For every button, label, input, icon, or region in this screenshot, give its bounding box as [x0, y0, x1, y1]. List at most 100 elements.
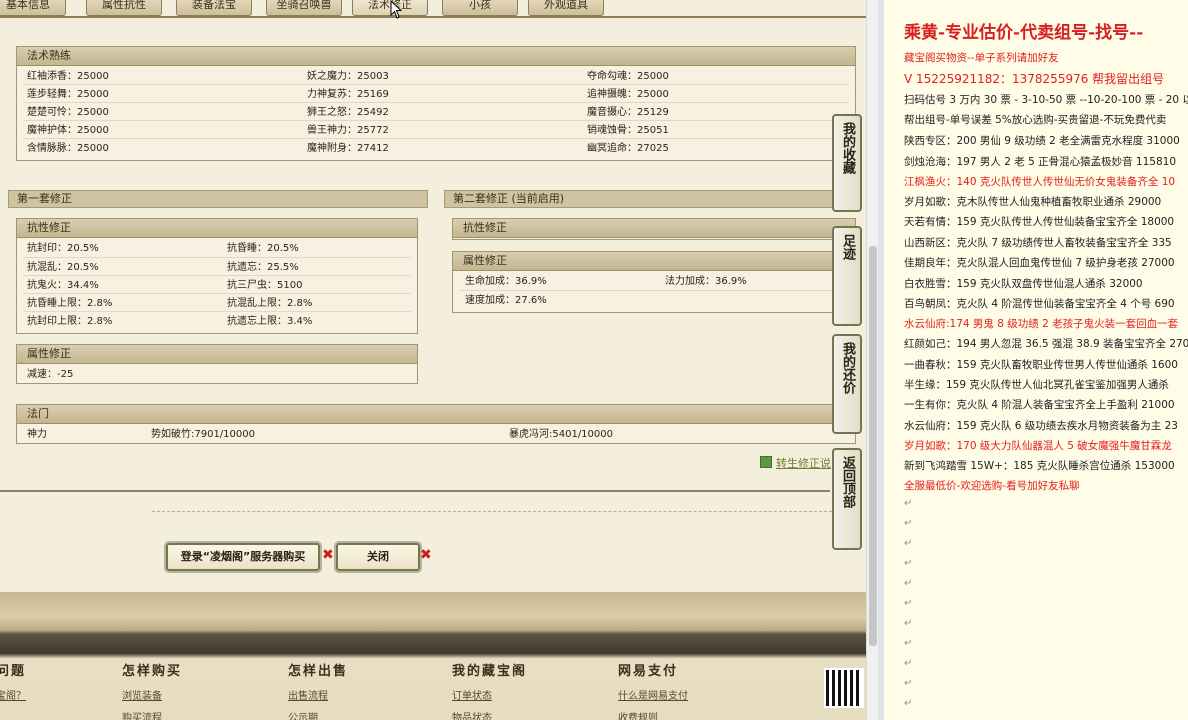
footer-link[interactable]: 购买流程: [122, 709, 182, 720]
skill-cell: 力神复苏：25169: [307, 89, 389, 100]
side-button-label: 足迹: [840, 234, 855, 260]
close-x-icon: ✖: [322, 547, 334, 563]
footer-heading: 问题: [0, 664, 27, 679]
my-counter-offer-button[interactable]: 我的还价: [832, 334, 862, 434]
footprint-button[interactable]: 足迹: [832, 226, 862, 326]
magic-gate-header: 法门: [17, 405, 855, 424]
paragraph-mark-icon: ↵: [904, 618, 913, 629]
footer-column: 我的藏宝阁 订单状态 物品状态: [452, 660, 527, 720]
magic-cell: 势如破竹:7901/10000: [151, 429, 255, 440]
correction-set-2-title: 第二套修正 (当前启用): [444, 190, 856, 208]
set2-attr-panel: 属性修正 生命加成：36.9% 法力加成：36.9% 速度加成：27.6%: [452, 251, 856, 313]
skill-cell: 魔音摄心：25129: [587, 107, 669, 118]
divider: [23, 102, 849, 103]
footer-column: 怎样购买 浏览装备 购买流程: [122, 660, 182, 720]
document-line: 岁月如歌：170 级大力队仙器混人 5 破女魔强牛魔甘霖龙: [904, 440, 1172, 452]
divider: [23, 120, 849, 121]
resist-cell: 抗遗忘上限：3.4%: [227, 316, 313, 327]
document-line: 一曲春秋：159 克火队畜牧职业传世男人传世仙通杀 1600: [904, 359, 1178, 371]
set1-attr-panel: 属性修正 减速：-25: [16, 344, 418, 384]
document-line: 藏宝阁买物资--单子系列请加好友: [904, 52, 1059, 64]
magic-gate-panel: 法门 神力 势如破竹:7901/10000 暴虎冯河:5401/10000: [16, 404, 856, 444]
document-line: 水云仙府:174 男鬼 8 级功绩 2 老孩子鬼火装一套回血一套: [904, 318, 1179, 330]
attr-cell: 生命加成：36.9%: [465, 276, 547, 287]
footer-link[interactable]: 什么是网易支付: [618, 687, 688, 702]
skill-cell: 莲步轻舞：25000: [27, 89, 109, 100]
attr-cell: 速度加成：27.6%: [465, 295, 547, 306]
paragraph-mark-icon: ↵: [904, 678, 913, 689]
side-button-label: 我的收藏: [840, 122, 855, 174]
divider: [459, 290, 849, 291]
skill-cell: 兽王神力：25772: [307, 125, 389, 136]
footer-heading: 网易支付: [618, 664, 679, 679]
document-line: 帮出组号-单号误差 5%放心选购-买贵留退-不玩免费代卖: [904, 114, 1167, 126]
footer-heading: 我的藏宝阁: [452, 664, 528, 679]
magic-cell: 暴虎冯河:5401/10000: [509, 429, 613, 440]
scrollbar-thumb[interactable]: [869, 246, 877, 646]
footer-column: 网易支付 什么是网易支付 收费规则: [618, 660, 688, 720]
footer-link[interactable]: 订单状态: [452, 687, 527, 702]
document-line: 新到飞鸿踏雪 15W+：185 克火队睡杀宫位通杀 153000: [904, 460, 1175, 472]
back-to-top-button[interactable]: 返回顶部: [832, 448, 862, 550]
paragraph-mark-icon: ↵: [904, 578, 913, 589]
paragraph-mark-icon: ↵: [904, 598, 913, 609]
skill-cell: 狮王之怒：25492: [307, 107, 389, 118]
paragraph-mark-icon: ↵: [904, 698, 913, 709]
paragraph-mark-icon: ↵: [904, 518, 913, 529]
tab-bar: 基本信息 属性抗性 装备法宝 坐骑召唤兽 法术修正 小孩 外观道具: [0, 0, 866, 18]
resist-cell: 抗封印：20.5%: [27, 243, 99, 254]
qr-code-icon: [824, 668, 864, 708]
my-favorites-button[interactable]: 我的收藏: [832, 114, 862, 212]
tab-basic-info[interactable]: 基本信息: [0, 0, 66, 16]
footer-heading: 怎样出售: [288, 664, 349, 679]
reborn-correction-link[interactable]: 转生修正说: [776, 455, 831, 471]
vertical-scrollbar[interactable]: [866, 0, 878, 720]
document-title: 乘黄-专业估价-代卖组号-找号--: [904, 23, 1144, 43]
tab-appearance[interactable]: 外观道具: [528, 0, 604, 16]
set1-resist-panel: 抗性修正 抗封印：20.5% 抗昏睡：20.5% 抗混乱：20.5% 抗遗忘：2…: [16, 218, 418, 334]
resist-cell: 抗鬼火：34.4%: [27, 280, 99, 291]
set1-attr-header: 属性修正: [17, 345, 417, 364]
document-line: 陕西专区：200 男仙 9 级功绩 2 老全满雷克水程度 31000: [904, 135, 1180, 147]
divider: [23, 84, 849, 85]
document-line: 扫码估号 3 万内 30 票 - 3-10-50 票 --10-20-100 票…: [904, 94, 1188, 106]
document-line: 山西新区：克火队 7 级功绩传世人畜牧装备宝宝齐全 335: [904, 237, 1172, 249]
footer-link[interactable]: 物品状态: [452, 709, 527, 720]
set2-resist-panel: 抗性修正: [452, 218, 856, 240]
skill-cell: 幽冥追命：27025: [587, 143, 669, 154]
skill-cell: 追神摄魄：25000: [587, 89, 669, 100]
game-detail-page: 基本信息 属性抗性 装备法宝 坐骑召唤兽 法术修正 小孩 外观道具 法术熟练 红…: [0, 0, 866, 720]
footer-link[interactable]: 出售流程: [288, 687, 348, 702]
spell-proficiency-header: 法术熟练: [17, 47, 855, 66]
paragraph-mark-icon: ↵: [904, 558, 913, 569]
footer-link[interactable]: 公示期: [288, 709, 348, 720]
skill-cell: 红袖添香：25000: [27, 71, 109, 82]
skill-cell: 魔神附身：27412: [307, 143, 389, 154]
set2-attr-header: 属性修正: [453, 252, 855, 271]
table-icon: [760, 456, 772, 468]
skill-cell: 楚楚可怜：25000: [27, 107, 109, 118]
resist-cell: 抗遗忘：25.5%: [227, 262, 299, 273]
resist-cell: 抗混乱上限：2.8%: [227, 298, 313, 309]
set2-resist-header: 抗性修正: [453, 219, 855, 238]
login-buy-button[interactable]: 登录“凌烟阁”服务器购买: [164, 541, 322, 573]
footer-link[interactable]: 宝阁？: [0, 687, 26, 702]
tab-equipment[interactable]: 装备法宝: [176, 0, 252, 16]
tab-attributes[interactable]: 属性抗性: [86, 0, 162, 16]
close-button[interactable]: 关闭: [334, 541, 422, 573]
tab-child[interactable]: 小孩: [442, 0, 518, 16]
document-line: 剑烛沧海：197 男人 2 老 5 正骨混心猿孟极妙音 115810: [904, 156, 1177, 168]
document-line: 一生有你：克火队 4 阶混人装备宝宝齐全上手盈利 21000: [904, 399, 1175, 411]
paragraph-mark-icon: ↵: [904, 498, 913, 509]
resist-cell: 抗三尸虫：5100: [227, 280, 303, 291]
document-line: V 15225921182：1378255976 帮我留出组号: [904, 72, 1165, 86]
resist-cell: 抗混乱：20.5%: [27, 262, 99, 273]
side-button-label: 我的还价: [840, 342, 855, 394]
divider: [23, 138, 849, 139]
resist-cell: 抗昏睡上限：2.8%: [27, 298, 113, 309]
footer-link[interactable]: 收费规则: [618, 709, 688, 720]
correction-set-1-title: 第一套修正: [8, 190, 428, 208]
tab-mounts-pets[interactable]: 坐骑召唤兽: [266, 0, 342, 16]
footer-link[interactable]: 浏览装备: [122, 687, 182, 702]
skill-cell: 妖之魔力：25003: [307, 71, 389, 82]
